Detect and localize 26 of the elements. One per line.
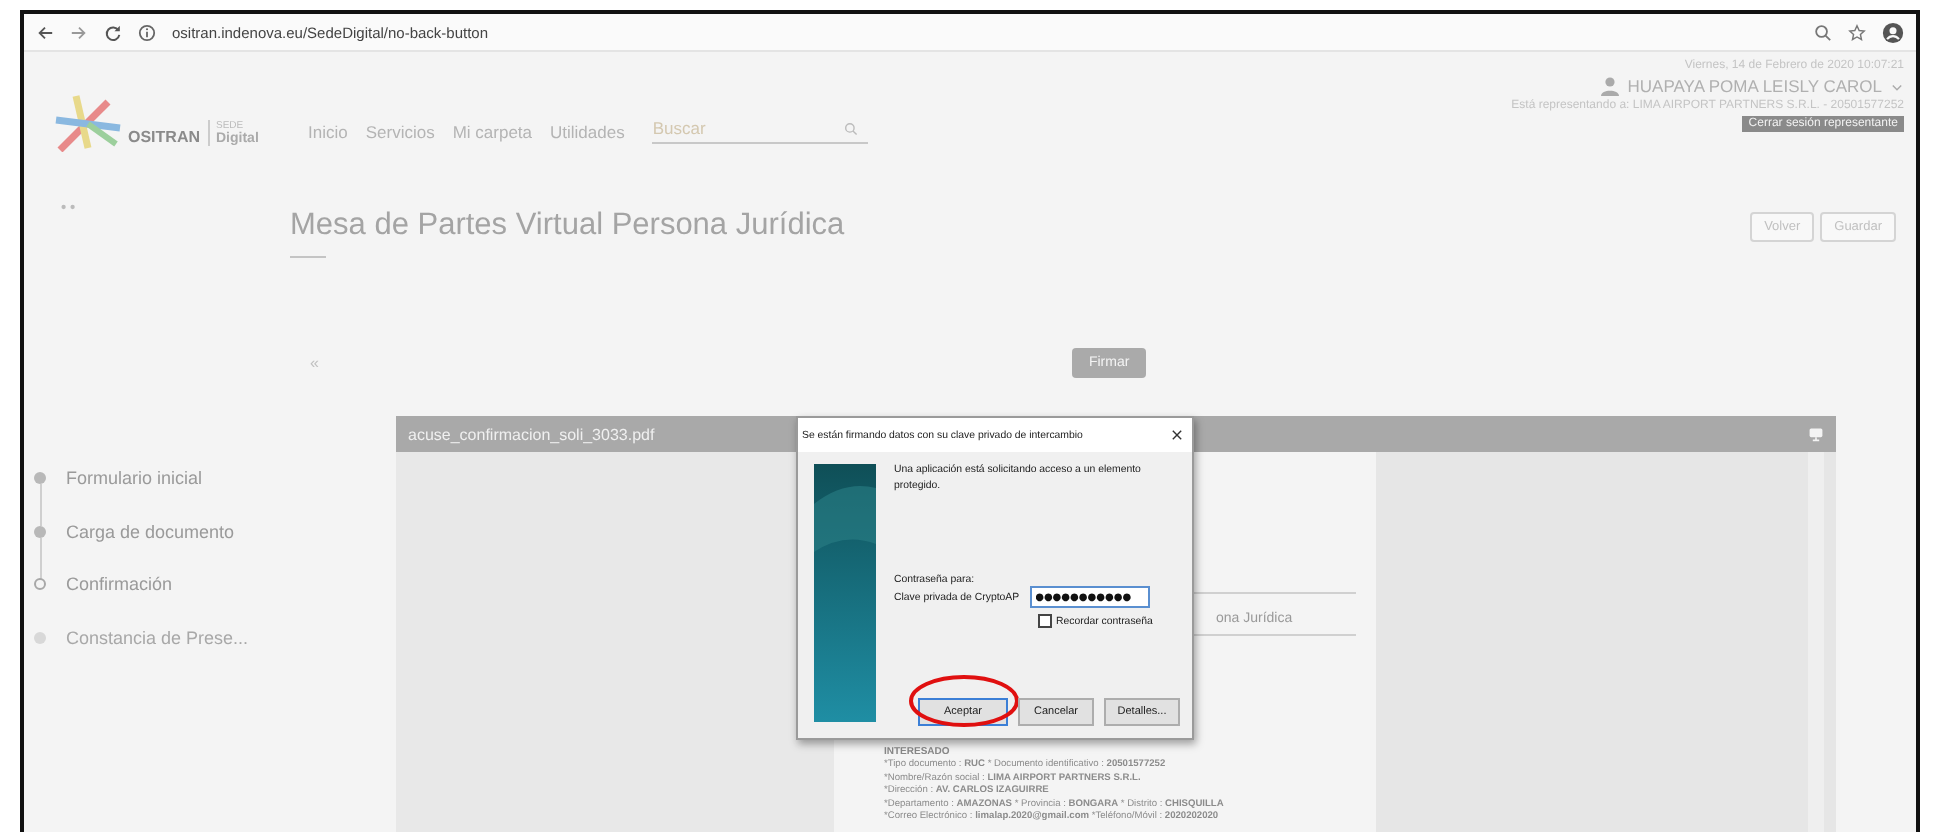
step-item[interactable]: Confirmación: [66, 574, 173, 595]
user-name[interactable]: HUAPAYA POMA LEISLY CAROL: [1627, 76, 1882, 96]
search-icon[interactable]: [1814, 23, 1832, 41]
scrollbar[interactable]: [1808, 452, 1824, 832]
dots-icon[interactable]: [60, 204, 78, 210]
nav-link[interactable]: Servicios: [365, 122, 435, 142]
search-field[interactable]: Buscar: [652, 118, 845, 138]
step-item[interactable]: Carga de documento: [66, 521, 235, 542]
forward-icon[interactable]: [70, 23, 88, 41]
file-name: acuse_confirmacion_soli_3033.pdf: [408, 425, 655, 443]
page-title: Mesa de Partes Virtual Persona Jurídica: [290, 208, 845, 244]
logo-text: OSITRAN: [128, 127, 200, 145]
remember-checkbox[interactable]: [1038, 614, 1052, 629]
nav-link[interactable]: Utilidades: [550, 122, 625, 142]
close-button[interactable]: [1170, 428, 1184, 442]
back-icon[interactable]: [36, 23, 54, 41]
collapse-toggle[interactable]: «: [310, 353, 319, 371]
step-item[interactable]: Formulario inicial: [66, 468, 203, 489]
nav-link[interactable]: Inicio: [308, 122, 348, 142]
star-icon[interactable]: [1848, 23, 1866, 41]
user-icon: [1599, 76, 1620, 96]
account-icon[interactable]: [1882, 21, 1904, 43]
nav-link[interactable]: Mi carpeta: [452, 122, 533, 142]
reload-icon[interactable]: [104, 23, 122, 41]
step-item[interactable]: Constancia de Prese...: [66, 627, 249, 648]
info-icon[interactable]: [138, 23, 156, 41]
